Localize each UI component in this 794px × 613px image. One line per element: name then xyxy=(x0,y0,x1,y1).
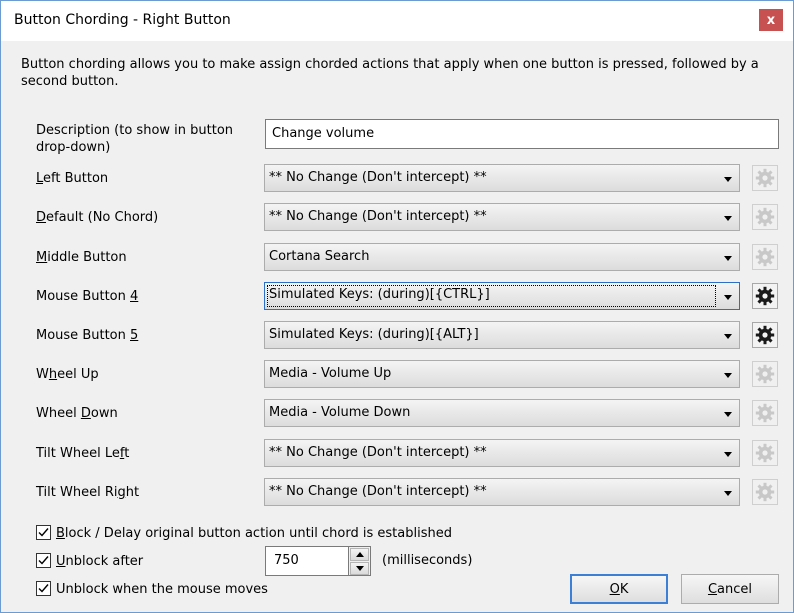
action-dropdown[interactable]: ** No Change (Don't intercept) ** xyxy=(264,203,740,231)
action-dropdown[interactable]: ** No Change (Don't intercept) ** xyxy=(264,478,740,506)
chevron-down-icon xyxy=(724,216,732,221)
stepper-down-button[interactable] xyxy=(350,562,369,575)
dropdown-value: ** No Change (Don't intercept) ** xyxy=(269,209,487,224)
dropdown-value: Simulated Keys: (during)[{CTRL}] xyxy=(267,285,716,307)
gear-icon xyxy=(755,247,775,267)
row-label: Middle Button xyxy=(36,250,127,265)
unblock-ms-input[interactable]: 750 xyxy=(265,546,349,576)
arrow-up-icon xyxy=(356,552,364,557)
chevron-down-icon xyxy=(724,256,732,261)
unblock-move-checkbox[interactable] xyxy=(36,581,51,596)
gear-icon xyxy=(755,403,775,423)
settings-button xyxy=(752,204,778,230)
action-dropdown[interactable]: Cortana Search xyxy=(264,243,740,271)
row-label: Wheel Up xyxy=(36,367,99,382)
dropdown-value: Cortana Search xyxy=(269,249,370,264)
dialog-window: Button Chording - Right Button x Button … xyxy=(0,0,794,613)
row-label: Wheel Down xyxy=(36,406,118,421)
close-button[interactable]: x xyxy=(759,9,783,31)
settings-button xyxy=(752,479,778,505)
dropdown-value: ** No Change (Don't intercept) ** xyxy=(269,445,487,460)
gear-icon xyxy=(755,443,775,463)
dropdown-value: Media - Volume Down xyxy=(269,405,411,420)
row-label: Mouse Button 5 xyxy=(36,328,139,343)
settings-button[interactable] xyxy=(752,322,778,348)
close-icon: x xyxy=(766,12,776,28)
action-dropdown[interactable]: ** No Change (Don't intercept) ** xyxy=(264,164,740,192)
settings-button xyxy=(752,244,778,270)
dropdown-value: Media - Volume Up xyxy=(269,366,392,381)
settings-button xyxy=(752,361,778,387)
block-checkbox[interactable] xyxy=(36,525,51,540)
dropdown-value: Simulated Keys: (during)[{ALT}] xyxy=(269,327,479,342)
chevron-down-icon xyxy=(724,373,732,378)
row-label: Default (No Chord) xyxy=(36,210,159,225)
ok-label: OK xyxy=(609,581,629,597)
action-dropdown[interactable]: Simulated Keys: (during)[{ALT}] xyxy=(264,321,740,349)
dropdown-value: ** No Change (Don't intercept) ** xyxy=(269,484,487,499)
checkmark-icon xyxy=(38,556,49,565)
action-dropdown[interactable]: Media - Volume Up xyxy=(264,360,740,388)
description-input[interactable]: Change volume xyxy=(265,119,779,149)
checkmark-icon xyxy=(38,528,49,537)
chevron-down-icon xyxy=(724,412,732,417)
settings-button xyxy=(752,400,778,426)
action-dropdown[interactable]: ** No Change (Don't intercept) ** xyxy=(264,439,740,467)
row-label: Mouse Button 4 xyxy=(36,289,139,304)
settings-button[interactable] xyxy=(752,283,778,309)
title-bar: Button Chording - Right Button x xyxy=(1,1,793,41)
checkmark-icon xyxy=(38,584,49,593)
arrow-down-icon xyxy=(356,566,364,571)
unblock-move-label: Unblock when the mouse moves xyxy=(56,582,268,597)
chevron-down-icon xyxy=(724,491,732,496)
chevron-down-icon xyxy=(724,295,732,300)
chevron-down-icon xyxy=(724,452,732,457)
cancel-button[interactable]: Cancel xyxy=(681,574,779,604)
action-dropdown[interactable]: Simulated Keys: (during)[{CTRL}] xyxy=(264,282,740,310)
chevron-down-icon xyxy=(724,334,732,339)
gear-icon xyxy=(755,286,775,306)
block-label: Block / Delay original button action unt… xyxy=(56,526,452,541)
row-label: Tilt Wheel Left xyxy=(36,446,130,461)
intro-text: Button chording allows you to make assig… xyxy=(21,57,759,89)
action-dropdown[interactable]: Media - Volume Down xyxy=(264,399,740,427)
stepper-up-button[interactable] xyxy=(350,548,369,561)
cancel-label: Cancel xyxy=(707,581,753,597)
settings-button xyxy=(752,440,778,466)
unblock-ms-stepper xyxy=(349,546,371,576)
gear-icon xyxy=(755,168,775,188)
unblock-after-label: Unblock after xyxy=(56,554,144,569)
ok-button[interactable]: OK xyxy=(570,574,668,604)
unblock-after-checkbox[interactable] xyxy=(36,553,51,568)
gear-icon xyxy=(755,325,775,345)
row-label: Tilt Wheel Right xyxy=(36,485,140,500)
window-title: Button Chording - Right Button xyxy=(14,12,231,28)
unblock-units-label: (milliseconds) xyxy=(382,553,473,568)
row-label: Left Button xyxy=(36,171,109,186)
dropdown-value: ** No Change (Don't intercept) ** xyxy=(269,170,487,185)
settings-button xyxy=(752,165,778,191)
description-label: Description (to show in button drop-down… xyxy=(36,123,234,155)
gear-icon xyxy=(755,207,775,227)
gear-icon xyxy=(755,482,775,502)
chevron-down-icon xyxy=(724,177,732,182)
gear-icon xyxy=(755,364,775,384)
